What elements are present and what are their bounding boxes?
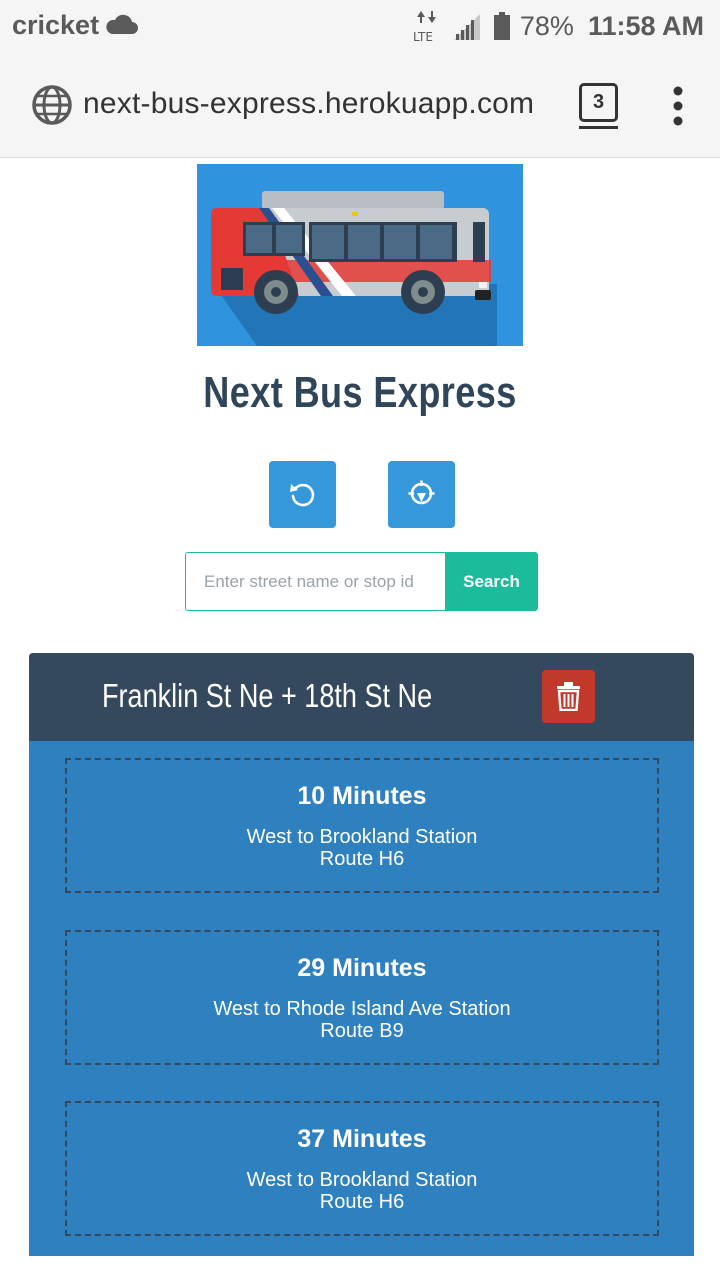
arrival-destination: West to Brookland Station [246, 1169, 478, 1191]
globe-icon[interactable] [31, 84, 73, 126]
clock: 11:58 AM [587, 10, 704, 41]
search-input[interactable] [185, 552, 445, 611]
arrival-route: Route H6 [319, 1191, 405, 1213]
page-title: Next Bus Express [203, 368, 517, 417]
bus-illustration [211, 191, 497, 346]
location-crosshair-icon [408, 480, 435, 505]
svg-text:LTE: LTE [413, 30, 433, 43]
stop-card-header: Franklin St Ne + 18th St Ne [29, 653, 694, 741]
arrival-item: 37 Minutes West to Brookland Station Rou… [65, 1101, 659, 1236]
browser-toolbar: next-bus-express.herokuapp.com 3 [0, 52, 720, 158]
status-bar: cricket LTE 78% 11:58 AM [0, 0, 720, 52]
stop-name: Franklin St Ne + 18th St Ne [102, 677, 433, 714]
locate-button[interactable] [388, 461, 455, 528]
lte-data-icon: LTE [413, 11, 436, 43]
overflow-menu-icon[interactable] [670, 86, 686, 126]
arrival-destination: West to Brookland Station [246, 826, 478, 848]
address-bar-url[interactable]: next-bus-express.herokuapp.com [83, 87, 534, 121]
battery-icon [493, 12, 510, 40]
arrival-minutes: 29 Minutes [297, 954, 427, 982]
bus-hero-image [197, 164, 523, 346]
stop-card: Franklin St Ne + 18th St Ne 10 Minutes W… [29, 653, 694, 1256]
cloud-icon [106, 14, 138, 34]
tab-switcher-underline [579, 126, 618, 129]
refresh-icon [290, 483, 315, 507]
tab-switcher-button[interactable]: 3 [579, 83, 618, 122]
arrival-minutes: 37 Minutes [297, 1125, 427, 1153]
carrier-name: cricket [12, 10, 100, 40]
arrival-item: 29 Minutes West to Rhode Island Ave Stat… [65, 930, 659, 1065]
refresh-button[interactable] [269, 461, 336, 528]
search-button[interactable]: Search [445, 552, 538, 611]
arrival-route: Route H6 [319, 848, 405, 870]
signal-icon [453, 14, 480, 40]
arrival-minutes: 10 Minutes [297, 782, 427, 810]
arrival-route: Route B9 [320, 1020, 404, 1042]
arrival-destination: West to Rhode Island Ave Station [213, 998, 511, 1020]
trash-icon [557, 682, 580, 711]
battery-percent: 78% [519, 10, 574, 41]
arrival-item: 10 Minutes West to Brookland Station Rou… [65, 758, 659, 893]
delete-stop-button[interactable] [542, 670, 595, 723]
